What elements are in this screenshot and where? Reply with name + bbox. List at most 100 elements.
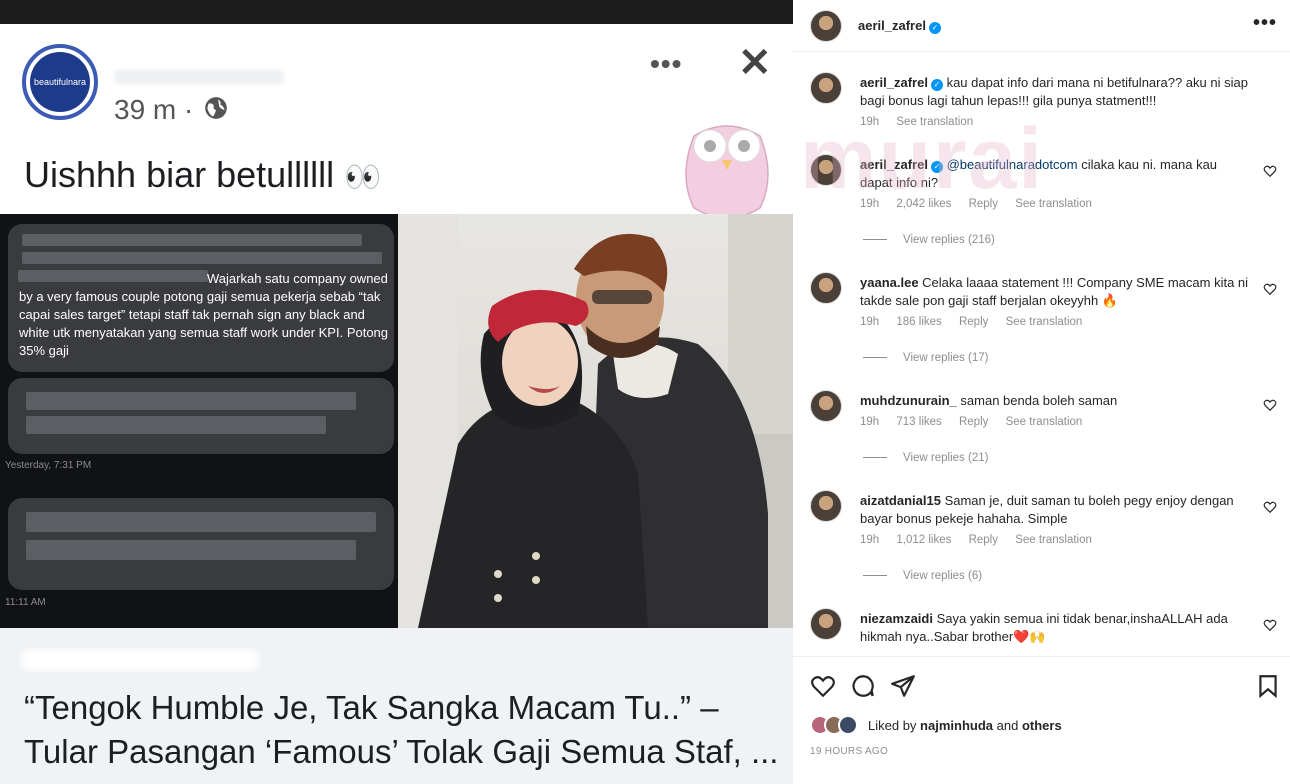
- view-replies-line: [863, 457, 887, 459]
- link-title[interactable]: “Tengok Humble Je, Tak Sangka Macam Tu..…: [24, 686, 784, 774]
- see-translation-link[interactable]: See translation: [1006, 416, 1083, 428]
- commenter-username[interactable]: aeril_zafrel: [860, 75, 928, 90]
- page-avatar-logo: beautifulnara: [30, 52, 90, 112]
- couple-photo-illustration: [398, 214, 793, 628]
- see-translation-link[interactable]: See translation: [896, 116, 973, 128]
- verified-badge-icon: ✓: [930, 79, 943, 91]
- commenter-avatar[interactable]: [810, 154, 842, 186]
- comment-text: saman benda boleh saman: [960, 393, 1118, 408]
- view-replies[interactable]: View replies (17): [863, 352, 988, 364]
- verified-badge-icon: ✓: [930, 161, 943, 173]
- view-replies-line: [863, 357, 887, 359]
- commenter-username[interactable]: aizatdanial15: [860, 493, 941, 508]
- comment-meta: 19h 186 likes Reply See translation: [860, 316, 1096, 328]
- post-owner-header: aeril_zafrel ✓ •••: [793, 0, 1290, 52]
- comment-likes[interactable]: 186 likes: [896, 316, 941, 328]
- comment-likes[interactable]: 1,012 likes: [896, 534, 951, 546]
- post-caption: Uishhh biar betullllll 👀: [24, 154, 382, 196]
- more-options-icon[interactable]: •••: [650, 48, 682, 80]
- chat-message-text: Wajarkah satu company owned by a very fa…: [19, 271, 389, 358]
- owner-username[interactable]: aeril_zafrel: [858, 18, 926, 33]
- link-domain-blurred: [22, 650, 258, 670]
- instagram-comments-panel: aeril_zafrel ✓ ••• aeril_zafrel ✓ kau dapa…: [793, 0, 1290, 784]
- liked-by-text: Liked by najminhuda and others: [868, 718, 1062, 733]
- like-heart-icon[interactable]: [1263, 282, 1277, 296]
- like-heart-icon[interactable]: [1263, 398, 1277, 412]
- liked-by-prefix: Liked by: [868, 718, 917, 733]
- comment-meta: 19h 1,012 likes Reply See translation: [860, 534, 1106, 546]
- reply-link[interactable]: Reply: [959, 416, 988, 428]
- reply-link[interactable]: Reply: [969, 198, 998, 210]
- page-name-blurred: [114, 70, 284, 84]
- view-replies[interactable]: View replies (216): [863, 234, 995, 246]
- time-separator: ·: [184, 94, 194, 125]
- more-options-icon[interactable]: •••: [1253, 12, 1277, 35]
- comment-likes[interactable]: 2,042 likes: [896, 198, 951, 210]
- commenter-username[interactable]: aeril_zafrel: [860, 157, 928, 172]
- see-translation-link[interactable]: See translation: [1015, 198, 1092, 210]
- chat-bubble-blurred: [8, 498, 394, 590]
- reply-link[interactable]: Reply: [959, 316, 988, 328]
- comment-meta: 19h 2,042 likes Reply See translation: [860, 198, 1106, 210]
- commenter-avatar[interactable]: [810, 490, 842, 522]
- liker-avatar: [838, 715, 858, 735]
- view-replies[interactable]: View replies (6): [863, 570, 982, 582]
- couple-photo: [398, 214, 793, 628]
- like-heart-icon[interactable]: [1263, 500, 1277, 514]
- commenter-username[interactable]: yaana.lee: [860, 275, 919, 290]
- view-replies-text[interactable]: View replies (21): [903, 452, 988, 464]
- post-image[interactable]: Wajarkah satu company owned by a very fa…: [0, 214, 793, 628]
- comment-body: yaana.lee Celaka laaaa statement !!! Com…: [860, 274, 1250, 310]
- eyes-emoji: 👀: [344, 161, 382, 194]
- view-replies-line: [863, 239, 887, 241]
- share-send-icon[interactable]: [890, 673, 916, 699]
- post-time-text: 39 m: [114, 94, 177, 125]
- liked-by-user[interactable]: najminhuda: [920, 718, 993, 733]
- liked-by-and: and: [996, 718, 1019, 733]
- commenter-username[interactable]: muhdzunurain_: [860, 393, 957, 408]
- liked-by-others[interactable]: others: [1022, 718, 1062, 733]
- pixelated-text: [26, 540, 356, 560]
- comment-likes[interactable]: 713 likes: [896, 416, 941, 428]
- bookmark-icon[interactable]: [1255, 673, 1281, 699]
- view-replies[interactable]: View replies (21): [863, 452, 988, 464]
- see-translation-link[interactable]: See translation: [1015, 534, 1092, 546]
- like-heart-icon[interactable]: [1263, 618, 1277, 632]
- liker-avatars: [810, 715, 862, 735]
- globe-icon: [205, 97, 227, 119]
- like-heart-icon[interactable]: [1263, 164, 1277, 178]
- chat-timestamp: 11:11 AM: [5, 597, 46, 608]
- view-replies-text[interactable]: View replies (216): [903, 234, 995, 246]
- close-icon[interactable]: ✕: [738, 40, 772, 86]
- link-preview[interactable]: “Tengok Humble Je, Tak Sangka Macam Tu..…: [0, 628, 793, 784]
- commenter-avatar[interactable]: [810, 390, 842, 422]
- page-avatar[interactable]: beautifulnara: [22, 44, 98, 120]
- commenter-avatar[interactable]: [810, 272, 842, 304]
- comment-meta: 19h 713 likes Reply See translation: [860, 416, 1096, 428]
- chat-screenshot: Wajarkah satu company owned by a very fa…: [0, 214, 398, 628]
- post-actions: Liked by najminhuda and others 19 HOURS …: [793, 656, 1290, 784]
- pixelated-text: [22, 252, 382, 264]
- view-replies-line: [863, 575, 887, 577]
- comment-body: aizatdanial15 Saman je, duit saman tu bo…: [860, 492, 1250, 528]
- see-translation-link[interactable]: See translation: [1006, 316, 1083, 328]
- view-replies-text[interactable]: View replies (17): [903, 352, 988, 364]
- commenter-username[interactable]: niezamzaidi: [860, 611, 933, 626]
- owner-avatar[interactable]: [810, 10, 842, 42]
- comment-body: aeril_zafrel ✓ kau dapat info dari mana n…: [860, 74, 1250, 110]
- like-heart-icon[interactable]: [810, 673, 836, 699]
- verified-badge-icon: ✓: [928, 22, 941, 34]
- comment-bubble-icon[interactable]: [850, 673, 876, 699]
- facebook-post-screenshot: beautifulnara 39 m · ••• ✕ Uishhh biar b…: [0, 0, 793, 784]
- comment-time: 19h: [860, 534, 880, 546]
- pixelated-text: [22, 234, 362, 246]
- comment-mention[interactable]: @beautifulnaradotcom: [947, 157, 1078, 172]
- pixelated-text: [26, 392, 356, 410]
- comment-meta: 19h See translation: [860, 116, 987, 128]
- view-replies-text[interactable]: View replies (6): [903, 570, 982, 582]
- commenter-avatar[interactable]: [810, 72, 842, 104]
- commenter-avatar[interactable]: [810, 608, 842, 640]
- pixelated-text: [26, 512, 376, 532]
- post-caption-text: Uishhh biar betullllll: [24, 154, 335, 195]
- reply-link[interactable]: Reply: [969, 534, 998, 546]
